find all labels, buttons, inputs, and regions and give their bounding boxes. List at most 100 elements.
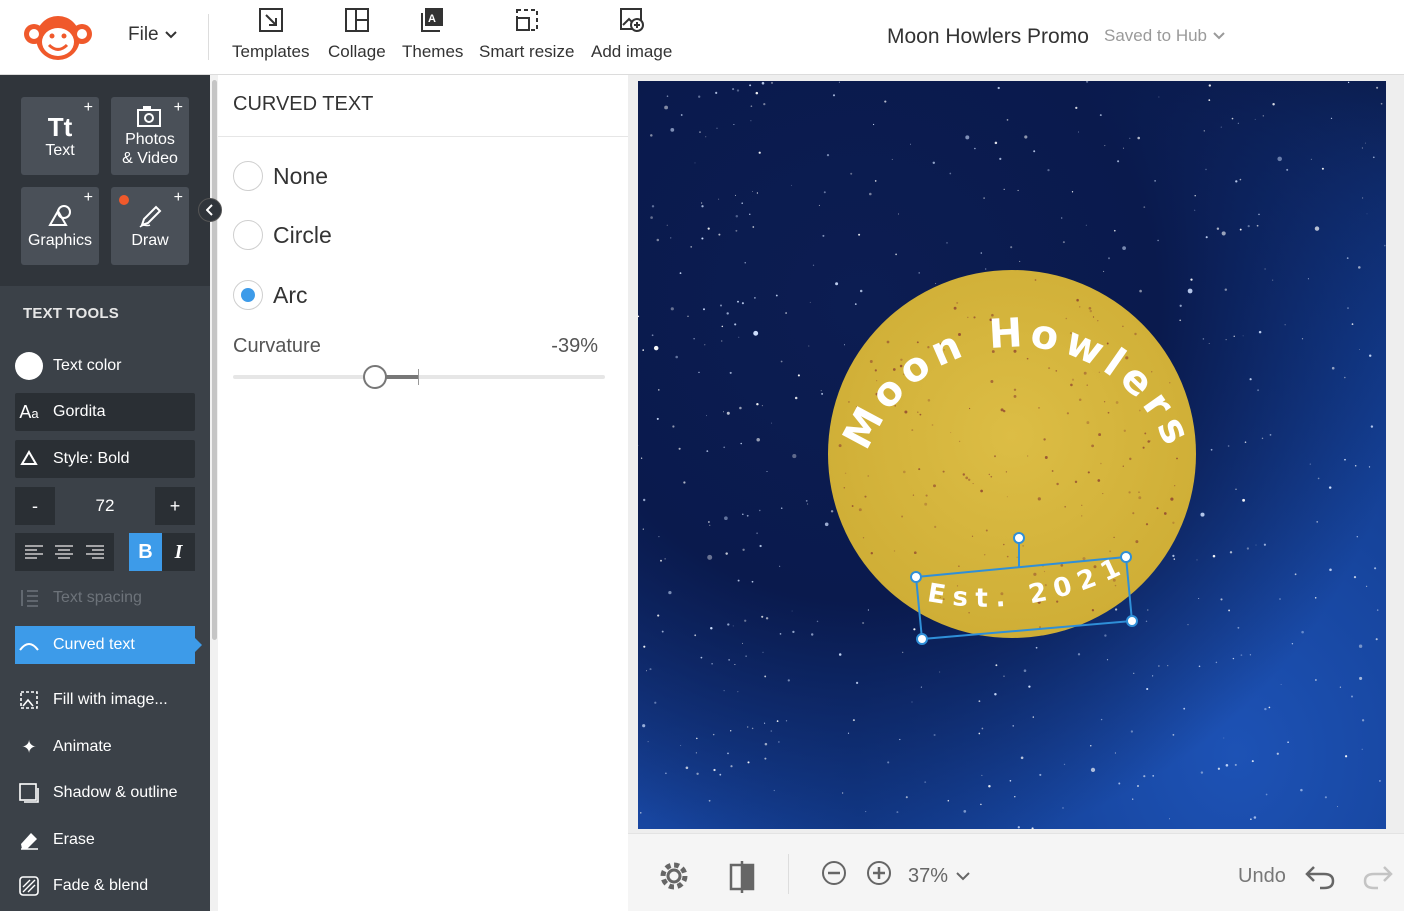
star — [1179, 319, 1182, 322]
rotate-handle[interactable] — [1013, 532, 1025, 544]
star — [949, 172, 952, 175]
photos-video-button[interactable]: + Photos & Video — [111, 97, 189, 175]
animate-item[interactable]: ✦ Animate — [15, 728, 195, 766]
document-title[interactable]: Moon Howlers Promo — [887, 25, 1089, 49]
compare-icon[interactable] — [728, 860, 756, 894]
star — [654, 701, 657, 704]
star — [1264, 707, 1267, 711]
star — [754, 297, 756, 299]
resize-handle-top-left[interactable] — [910, 571, 922, 583]
curvature-slider-thumb[interactable] — [363, 365, 388, 389]
align-left-icon[interactable] — [24, 544, 44, 560]
text-color-item[interactable]: Text color — [15, 347, 195, 385]
star — [642, 724, 646, 728]
font-selector[interactable]: Aa Gordita — [15, 393, 195, 431]
resize-handle-bottom-right[interactable] — [1126, 615, 1138, 627]
star — [1301, 338, 1304, 340]
graphics-button[interactable]: + Graphics — [21, 187, 99, 265]
moon-speck — [1088, 306, 1092, 310]
sidebar-scroll-thumb[interactable] — [212, 80, 217, 640]
shadow-outline-item[interactable]: Shadow & outline — [15, 774, 195, 812]
radio-none[interactable] — [233, 161, 263, 191]
zoom-level-dropdown[interactable]: 37% — [908, 865, 970, 888]
star — [790, 184, 792, 186]
erase-item[interactable]: Erase — [15, 821, 195, 859]
templates-button[interactable]: Templates — [232, 6, 309, 62]
curvature-label: Curvature — [233, 335, 321, 357]
bold-button[interactable]: B — [129, 533, 162, 571]
star — [1169, 818, 1171, 820]
star — [1255, 544, 1257, 546]
font-size-value[interactable]: 72 — [55, 487, 155, 525]
star — [761, 81, 765, 85]
star — [1315, 679, 1317, 681]
fill-with-image-item[interactable]: Fill with image... — [15, 681, 195, 719]
panel-title: CURVED TEXT — [233, 93, 374, 115]
star — [865, 811, 867, 813]
star — [1187, 624, 1189, 626]
star — [1368, 354, 1372, 357]
star — [1314, 597, 1317, 599]
zoom-out-icon[interactable] — [821, 860, 847, 886]
save-status-dropdown[interactable]: Saved to Hub — [1104, 26, 1225, 46]
star — [1104, 634, 1107, 637]
radio-arc[interactable] — [233, 280, 263, 310]
moon-speck — [1103, 401, 1106, 403]
moon-speck — [1071, 378, 1075, 381]
resize-handle-bottom-left[interactable] — [916, 633, 928, 645]
redo-icon[interactable] — [1362, 864, 1394, 890]
curved-text-item[interactable]: Curved text — [15, 626, 202, 664]
increase-size-button[interactable]: + — [155, 487, 195, 525]
moon-speck — [1122, 325, 1124, 328]
design-canvas[interactable]: Moon Howlers Est. 2021 — [638, 81, 1386, 829]
text-tool-button[interactable]: + Tt Text — [21, 97, 99, 175]
settings-gear-icon[interactable] — [658, 860, 690, 892]
star — [1257, 389, 1260, 392]
fade-blend-item[interactable]: Fade & blend — [15, 867, 195, 905]
star — [1039, 773, 1042, 776]
themes-button[interactable]: A Themes — [402, 6, 463, 62]
toolbar-divider — [208, 14, 209, 60]
smart-resize-button[interactable]: Smart resize — [479, 6, 574, 62]
star — [965, 135, 970, 140]
text-spacing-item[interactable]: Text spacing — [15, 579, 195, 617]
star — [858, 233, 861, 236]
moon-speck — [904, 410, 908, 414]
undo-label[interactable]: Undo — [1238, 865, 1286, 888]
star — [755, 91, 759, 95]
curvature-slider[interactable] — [233, 365, 605, 389]
undo-icon[interactable] — [1304, 864, 1336, 890]
star — [739, 406, 742, 410]
zoom-in-icon[interactable] — [866, 860, 892, 886]
font-style-selector[interactable]: Style: Bold — [15, 440, 195, 478]
curve-option-circle[interactable]: Circle — [233, 220, 332, 250]
star — [753, 330, 759, 336]
star — [1237, 626, 1240, 629]
star — [1264, 268, 1266, 270]
curve-option-arc[interactable]: Arc — [233, 280, 308, 310]
add-image-button[interactable]: Add image — [591, 6, 672, 62]
resize-handle-top-right[interactable] — [1120, 551, 1132, 563]
file-menu[interactable]: File — [128, 24, 177, 46]
moon-speck — [994, 455, 996, 458]
collage-button[interactable]: Collage — [328, 6, 386, 62]
star — [1359, 676, 1363, 680]
italic-button[interactable]: I — [162, 533, 195, 571]
moon-speck — [1142, 446, 1145, 449]
moon-speck — [1138, 496, 1142, 500]
decrease-size-button[interactable]: - — [15, 487, 55, 525]
moon-speck — [1097, 479, 1101, 482]
align-right-icon[interactable] — [85, 544, 105, 560]
draw-button[interactable]: + Draw — [111, 187, 189, 265]
star — [785, 720, 788, 722]
radio-circle[interactable] — [233, 220, 263, 250]
star — [745, 655, 747, 657]
collapse-sidebar-button[interactable] — [198, 198, 222, 222]
curve-option-none[interactable]: None — [233, 161, 328, 191]
star — [695, 752, 697, 754]
star — [651, 334, 654, 337]
star — [1217, 767, 1221, 770]
star — [978, 732, 981, 735]
align-center-icon[interactable] — [54, 544, 74, 560]
picmonkey-logo[interactable] — [20, 10, 96, 64]
